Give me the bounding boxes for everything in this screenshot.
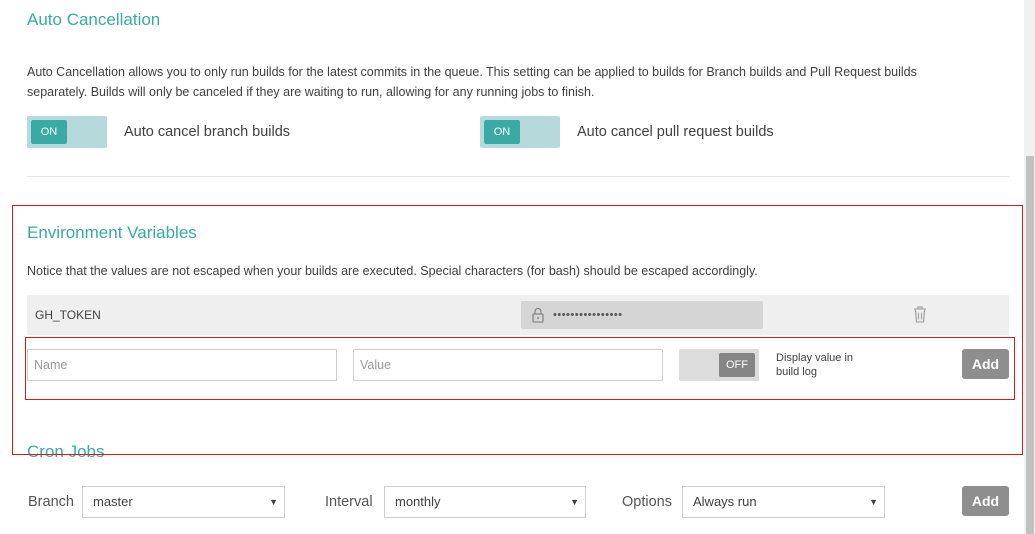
toggle-knob: OFF — [719, 353, 755, 377]
cron-jobs-title: Cron Jobs — [27, 442, 105, 461]
scrollbar-thumb[interactable] — [1026, 156, 1034, 534]
branch-select[interactable]: master ▼ — [82, 486, 285, 518]
env-add-button[interactable]: Add — [962, 349, 1009, 379]
auto-cancel-branch-toggle[interactable]: ON — [27, 116, 107, 148]
interval-select[interactable]: monthly ▼ — [384, 486, 586, 518]
vertical-scrollbar[interactable] — [1024, 0, 1035, 534]
options-label: Options — [622, 494, 672, 510]
cron-add-button[interactable]: Add — [962, 486, 1009, 516]
toggle-knob: ON — [31, 120, 67, 144]
env-value-input[interactable] — [353, 349, 663, 381]
branch-label: Branch — [28, 494, 74, 510]
display-value-label: Display value in build log — [776, 352, 854, 378]
auto-cancel-branch-label: Auto cancel branch builds — [124, 124, 291, 140]
env-var-name: GH_TOKEN — [35, 308, 101, 322]
caret-down-icon: ▼ — [869, 497, 878, 507]
auto-cancel-pr-label: Auto cancel pull request builds — [577, 124, 774, 140]
caret-down-icon: ▼ — [570, 497, 579, 507]
env-var-row: GH_TOKEN •••••••••••••••• — [27, 295, 1009, 335]
env-var-masked-value: •••••••••••••••• — [553, 309, 623, 321]
trash-icon[interactable] — [913, 305, 927, 323]
interval-select-value: monthly — [395, 494, 441, 509]
env-vars-title: Environment Variables — [27, 223, 197, 242]
options-select-value: Always run — [693, 494, 757, 509]
auto-cancellation-description: Auto Cancellation allows you to only run… — [27, 65, 917, 99]
section-divider — [27, 176, 1009, 177]
auto-cancel-pr-toggle[interactable]: ON — [480, 116, 560, 148]
caret-down-icon: ▼ — [269, 497, 278, 507]
auto-cancellation-title: Auto Cancellation — [27, 10, 161, 29]
branch-select-value: master — [93, 494, 133, 509]
interval-label: Interval — [325, 494, 373, 510]
env-name-input[interactable] — [27, 349, 337, 381]
env-var-value: •••••••••••••••• — [521, 301, 763, 329]
display-value-toggle[interactable]: OFF — [679, 349, 759, 381]
env-vars-notice: Notice that the values are not escaped w… — [27, 264, 758, 278]
lock-icon — [532, 307, 544, 323]
toggle-knob: ON — [484, 120, 520, 144]
options-select[interactable]: Always run ▼ — [682, 486, 885, 518]
